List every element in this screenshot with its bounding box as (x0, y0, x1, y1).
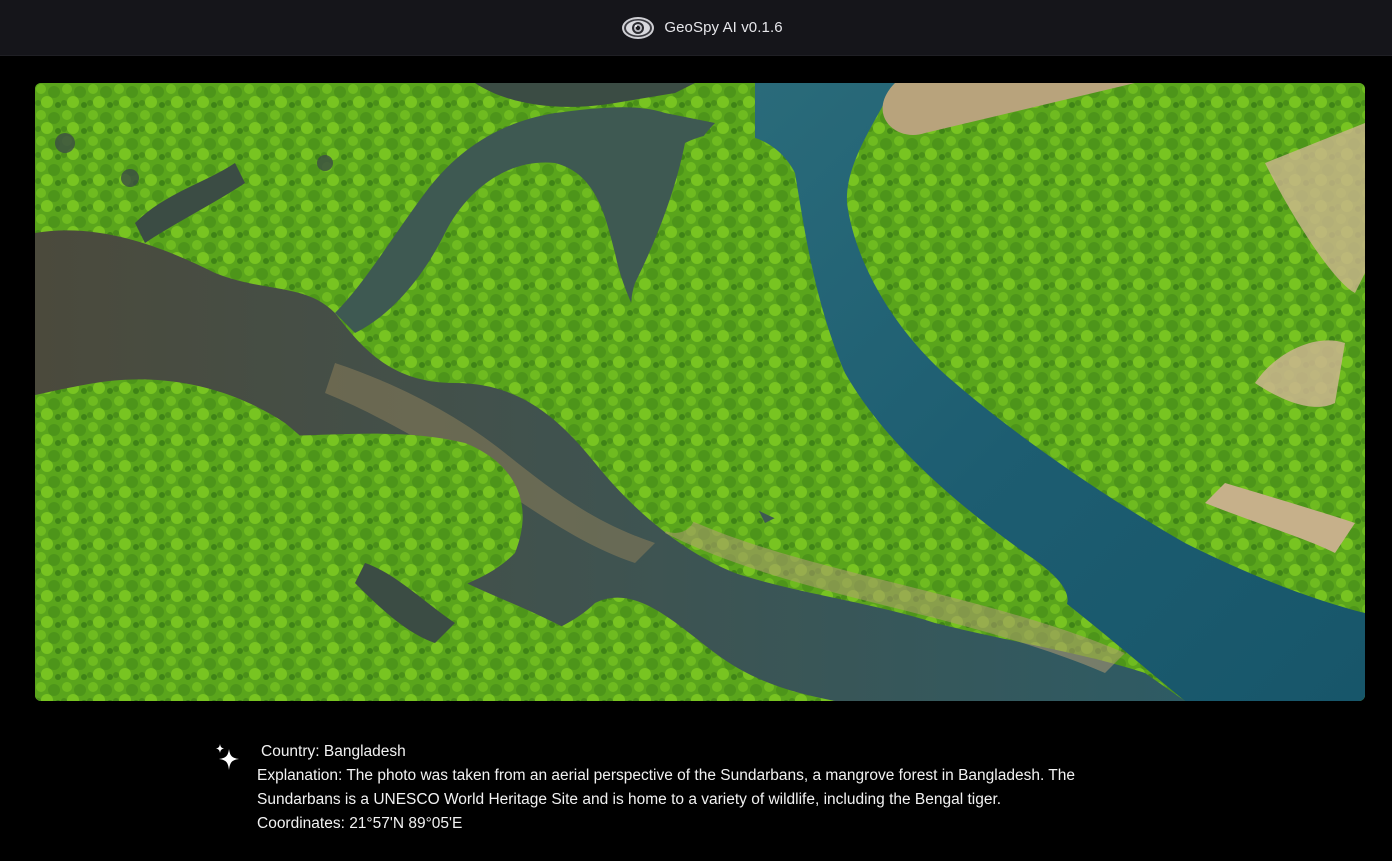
explanation-line: Explanation: The photo was taken from an… (257, 767, 1075, 808)
country-line: Country: Bangladesh (261, 743, 406, 760)
result-text: Country: Bangladesh Explanation: The pho… (257, 740, 1157, 836)
eye-icon (621, 14, 655, 42)
app-header: GeoSpy AI v0.1.6 (0, 0, 1392, 56)
app-title: GeoSpy AI v0.1.6 (664, 19, 783, 36)
aerial-photo (35, 83, 1365, 701)
uploaded-photo (35, 83, 1365, 701)
coordinates-line: Coordinates: 21°57'N 89°05'E (257, 815, 463, 832)
brand: GeoSpy AI v0.1.6 (621, 14, 783, 42)
